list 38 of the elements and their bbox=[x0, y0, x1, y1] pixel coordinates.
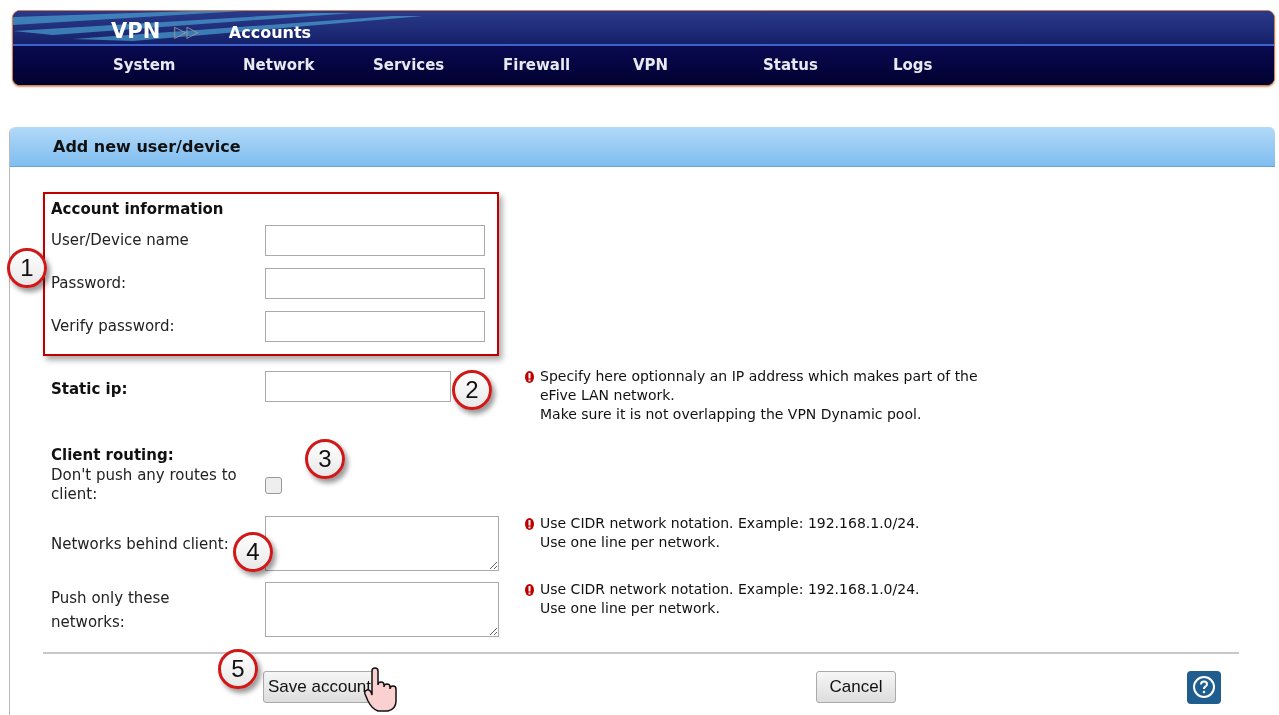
nav-link[interactable]: Network bbox=[243, 54, 373, 77]
page-title: Accounts bbox=[228, 23, 312, 43]
nav-link[interactable]: Firewall bbox=[503, 54, 633, 77]
section-title: VPN bbox=[111, 19, 161, 43]
text-field[interactable] bbox=[265, 225, 485, 256]
nav-link[interactable]: Status bbox=[763, 54, 893, 77]
section-heading: Account information bbox=[51, 199, 225, 219]
hint-text: Use CIDR network notation. Example: 192.168.1.0/24. bbox=[540, 580, 921, 599]
hint-text: Make sure it is not overlapping the VPN Dynamic pool. bbox=[540, 405, 923, 424]
field-label: Password: bbox=[51, 273, 128, 295]
field-label: Push only these networks: bbox=[51, 588, 170, 631]
hint-text: Use one line per network. bbox=[540, 599, 721, 618]
panel-title: Add new user/device bbox=[53, 135, 241, 158]
checkbox[interactable] bbox=[265, 476, 282, 494]
text-area[interactable] bbox=[265, 582, 499, 637]
hint-text: Specify here optionnaly an IP address which makes part of the eFive LAN network. bbox=[540, 367, 979, 405]
field-label: Networks behind client: bbox=[51, 534, 229, 553]
text-field[interactable] bbox=[265, 371, 451, 402]
field-label: Verify password: bbox=[51, 316, 176, 338]
field-label: Static ip: bbox=[51, 379, 129, 400]
help-icon bbox=[1192, 675, 1216, 699]
text-field[interactable] bbox=[265, 268, 485, 299]
cancel-button[interactable]: Cancel bbox=[816, 671, 896, 703]
alert-icon bbox=[525, 371, 534, 383]
hint-text: Use CIDR network notation. Example: 192.168.1.0/24. bbox=[540, 514, 921, 533]
text-field[interactable] bbox=[265, 311, 485, 342]
hint-text: Use one line per network. bbox=[540, 533, 721, 552]
section-heading: Client routing: bbox=[51, 445, 174, 465]
nav-link[interactable]: Logs bbox=[893, 54, 1023, 77]
nav-link[interactable]: Services bbox=[373, 54, 503, 77]
help-button[interactable] bbox=[1187, 670, 1221, 704]
field-label: User/Device name bbox=[51, 230, 190, 252]
nav-link[interactable]: VPN bbox=[633, 54, 763, 77]
nav-link[interactable]: System bbox=[113, 54, 243, 77]
alert-icon bbox=[525, 518, 534, 530]
text-area[interactable] bbox=[265, 516, 499, 571]
alert-icon bbox=[525, 584, 534, 596]
field-label: Don't push any routes to client: bbox=[51, 466, 238, 504]
